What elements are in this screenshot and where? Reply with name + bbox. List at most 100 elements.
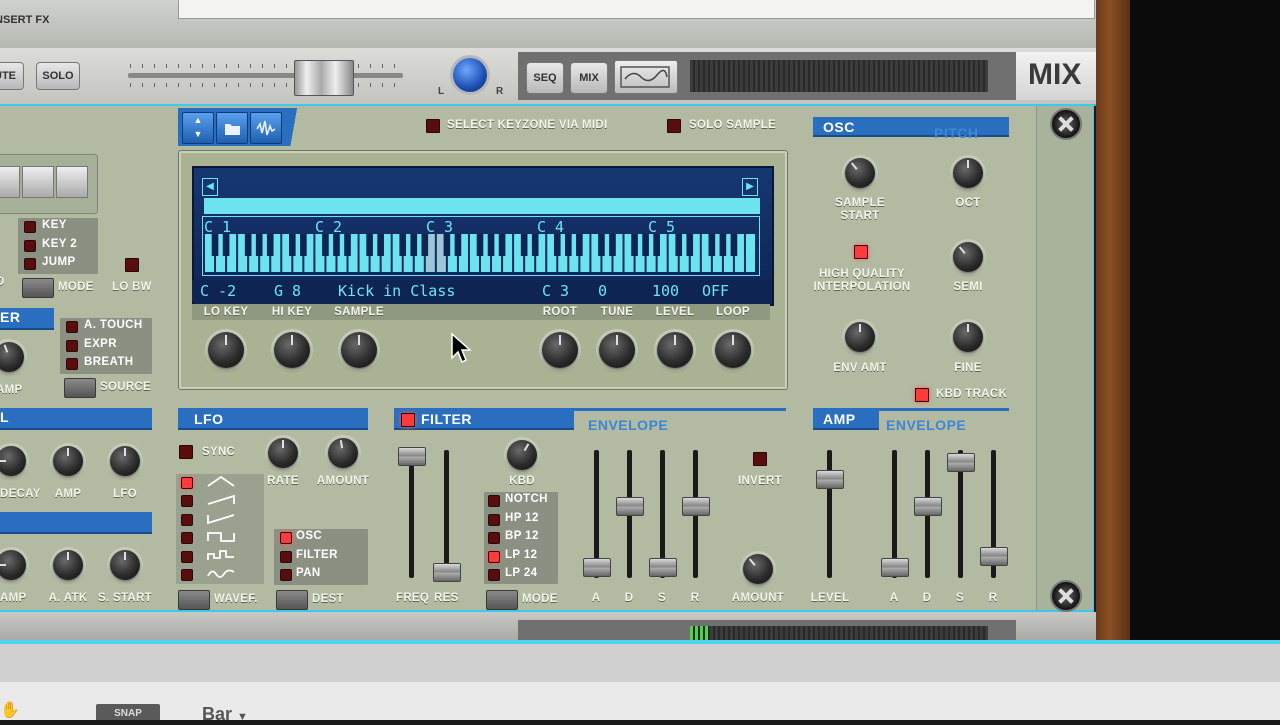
mode-button[interactable]: [22, 278, 54, 298]
black-key[interactable]: [366, 234, 373, 256]
sample-start-knob[interactable]: [845, 158, 875, 188]
lo-bw-led[interactable]: [125, 258, 139, 272]
prev-next-sample-button[interactable]: ▲ ▼: [182, 112, 214, 144]
black-key[interactable]: [266, 234, 274, 256]
black-key[interactable]: [377, 234, 384, 256]
left-folder-button[interactable]: [22, 166, 54, 198]
mode-bp12-led[interactable]: [488, 532, 500, 544]
black-key[interactable]: [576, 234, 583, 256]
mode-lp12-led[interactable]: [488, 551, 500, 563]
mix-button[interactable]: MIX: [570, 62, 608, 94]
hq-interpolation-led[interactable]: [854, 245, 868, 259]
black-key[interactable]: [642, 234, 649, 256]
browse-folder-button[interactable]: [216, 112, 248, 144]
kbd-track-led[interactable]: [915, 388, 929, 402]
amp-env-d-fader[interactable]: [914, 496, 942, 516]
hand-tool-icon[interactable]: ✋: [0, 700, 20, 720]
filter-freq-fader[interactable]: [398, 447, 426, 466]
amp-env-r-fader[interactable]: [980, 546, 1008, 566]
tune-knob[interactable]: [599, 332, 635, 368]
level-fader-handle[interactable]: [294, 60, 354, 96]
level-knob[interactable]: [657, 332, 693, 368]
a-touch-led[interactable]: [66, 321, 78, 333]
mode-notch-led[interactable]: [488, 495, 500, 507]
piano-keyboard[interactable]: [204, 234, 756, 274]
white-key[interactable]: [745, 234, 755, 272]
black-key[interactable]: [730, 234, 738, 256]
left-save-button[interactable]: [56, 166, 88, 198]
filter-env-d-fader[interactable]: [616, 496, 644, 516]
jump-mode-led[interactable]: [24, 258, 36, 270]
amp-env-s-fader[interactable]: [947, 452, 975, 472]
pan-knob[interactable]: [453, 58, 487, 92]
black-key[interactable]: [498, 234, 506, 256]
filter-env-r-fader[interactable]: [682, 496, 710, 516]
root-knob[interactable]: [542, 332, 578, 368]
black-key[interactable]: [289, 234, 296, 256]
black-key[interactable]: [565, 234, 572, 256]
black-key[interactable]: [653, 234, 660, 256]
wave-square-led[interactable]: [181, 532, 193, 544]
filter-kbd-knob[interactable]: [507, 440, 537, 470]
sample-knob[interactable]: [341, 332, 377, 368]
black-key[interactable]: [300, 234, 307, 256]
black-key[interactable]: [487, 234, 495, 256]
black-key[interactable]: [531, 234, 539, 256]
black-key[interactable]: [553, 234, 561, 256]
filter-env-amount-knob[interactable]: [743, 554, 773, 584]
black-key[interactable]: [631, 234, 638, 256]
semi-knob[interactable]: [953, 242, 983, 272]
black-key[interactable]: [322, 234, 329, 256]
black-key[interactable]: [609, 234, 616, 256]
source-button[interactable]: [64, 378, 96, 398]
black-key[interactable]: [344, 234, 351, 256]
lfo-sync-led[interactable]: [179, 445, 193, 459]
solo-button[interactable]: SOLO: [36, 62, 80, 90]
black-key[interactable]: [675, 234, 683, 256]
dest-osc-led[interactable]: [280, 532, 292, 544]
key-mode-led[interactable]: [24, 221, 36, 233]
dest-pan-led[interactable]: [280, 569, 292, 581]
left-lfo-knob[interactable]: [110, 446, 140, 476]
left-prev-button[interactable]: [0, 166, 20, 198]
lfo-rate-knob[interactable]: [268, 438, 298, 468]
env-amt-knob[interactable]: [845, 322, 875, 352]
black-key[interactable]: [410, 234, 418, 256]
lo-key-knob[interactable]: [208, 332, 244, 368]
filter-invert-led[interactable]: [753, 452, 767, 466]
filter-env-a-fader[interactable]: [583, 558, 611, 577]
sample-edit-button[interactable]: [250, 112, 282, 144]
black-key[interactable]: [443, 234, 451, 256]
scroll-left-icon[interactable]: ◀: [202, 178, 218, 196]
dest-button[interactable]: [276, 590, 308, 610]
black-key[interactable]: [421, 234, 429, 256]
mute-button[interactable]: UTE: [0, 62, 24, 90]
left-amp-knob[interactable]: [53, 446, 83, 476]
amp-level-fader[interactable]: [816, 470, 844, 489]
black-key[interactable]: [476, 234, 484, 256]
black-key[interactable]: [719, 234, 727, 256]
solo-sample-led[interactable]: [667, 119, 681, 133]
breath-led[interactable]: [66, 358, 78, 370]
black-key[interactable]: [333, 234, 340, 256]
mode-hp12-led[interactable]: [488, 514, 500, 526]
select-keyzone-via-midi-led[interactable]: [426, 119, 440, 133]
fine-knob[interactable]: [953, 322, 983, 352]
filter-env-s-fader[interactable]: [649, 558, 677, 577]
a-atk-knob[interactable]: [53, 550, 83, 580]
bar-snap-select[interactable]: Bar ▼: [202, 704, 248, 725]
wave-saw-down-led[interactable]: [181, 514, 193, 526]
expr-led[interactable]: [66, 340, 78, 352]
hi-key-knob[interactable]: [274, 332, 310, 368]
waveform-display-button[interactable]: [614, 60, 678, 94]
scroll-right-icon[interactable]: ▶: [742, 178, 758, 196]
wave-triangle-led[interactable]: [181, 477, 193, 489]
amp-env-a-fader[interactable]: [881, 558, 909, 577]
black-key[interactable]: [708, 234, 716, 256]
mode-lp24-led[interactable]: [488, 569, 500, 581]
lfo-amount-knob[interactable]: [328, 438, 358, 468]
keyzone-scroll-bar[interactable]: [204, 198, 760, 214]
snap-button[interactable]: SNAP: [96, 704, 160, 720]
s-start-knob[interactable]: [110, 550, 140, 580]
filter-mode-button[interactable]: [486, 590, 518, 610]
